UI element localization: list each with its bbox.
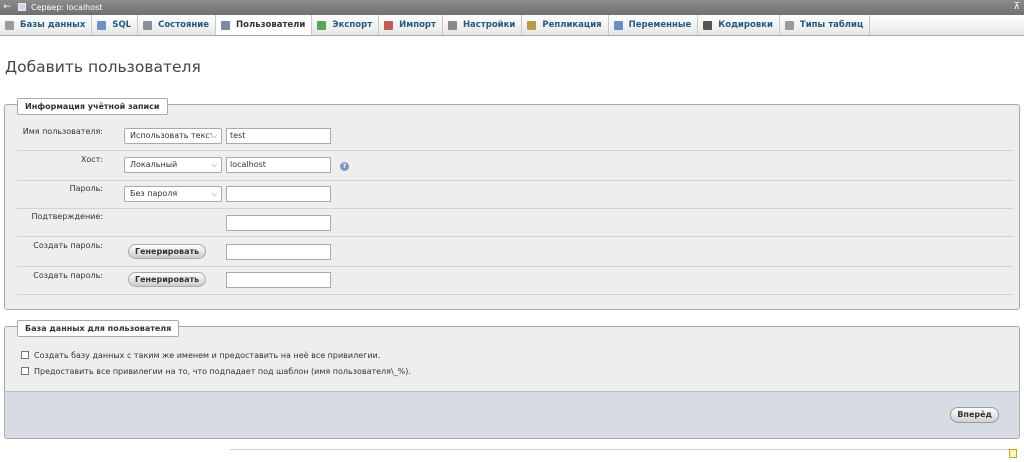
server-icon — [18, 3, 26, 11]
tab-label: Состояние — [158, 20, 210, 30]
replication-icon — [527, 20, 537, 30]
tab-users[interactable]: Пользователи — [216, 15, 313, 35]
tab-settings[interactable]: Настройки — [443, 15, 523, 35]
collapse-icon[interactable]: ⊼ — [1013, 1, 1020, 13]
server-breadcrumb[interactable]: Сервер: localhost — [31, 2, 102, 13]
back-arrow-icon[interactable]: ← — [2, 1, 12, 13]
database-icon — [5, 20, 14, 30]
users-icon — [221, 20, 231, 30]
tab-label: Импорт — [399, 20, 436, 30]
import-icon — [384, 20, 394, 30]
tab-export[interactable]: Экспорт — [312, 15, 380, 35]
grant-wildcard-option[interactable]: Предоставить все привилегии на то, что п… — [21, 367, 411, 376]
password-input[interactable] — [226, 186, 331, 202]
database-legend: База данных для пользователя — [17, 320, 180, 337]
host-input[interactable]: localhost — [226, 157, 331, 173]
tab-database[interactable]: Базы данных — [0, 15, 93, 35]
host-mode-value: Локальный — [130, 160, 178, 169]
tab-label: Базы данных — [20, 20, 86, 30]
tab-label: Переменные — [628, 20, 692, 30]
server-bar: ← Сервер: localhost ⊼ — [0, 0, 1024, 15]
tab-variables[interactable]: Переменные — [609, 15, 699, 35]
engines-icon — [784, 20, 794, 30]
go-button[interactable]: Вперёд — [950, 407, 999, 423]
settings-icon — [447, 20, 457, 30]
tab-label: Кодировки — [718, 20, 773, 30]
password-mode-value: Без пароля — [130, 189, 178, 198]
tab-label: SQL — [112, 20, 132, 30]
grant-wildcard-checkbox[interactable] — [21, 367, 29, 375]
account-info-legend: Информация учётной записи — [17, 98, 168, 115]
chevron-down-icon: ⌵ — [211, 161, 217, 169]
confirm-input[interactable] — [226, 215, 331, 231]
chevron-down-icon: ⌵ — [211, 132, 217, 140]
database-fieldset: База данных для пользователя Создать баз… — [4, 320, 1020, 392]
host-row: Хост: Локальный ⌵ localhost ? — [17, 151, 1013, 181]
export-icon — [317, 20, 327, 30]
tab-label: Репликация — [542, 20, 602, 30]
help-icon[interactable]: ? — [340, 162, 349, 171]
generate-password-label: Создать пароль: — [33, 241, 103, 250]
host-label: Хост: — [80, 155, 103, 164]
host-mode-select[interactable]: Локальный ⌵ — [124, 157, 222, 173]
password-label: Пароль: — [69, 184, 103, 193]
create-db-label: Создать базу данных с таким же именем и … — [34, 351, 381, 360]
tab-replication[interactable]: Репликация — [522, 15, 609, 35]
tab-label: Пользователи — [236, 20, 306, 30]
sql-icon — [97, 20, 107, 30]
tab-label: Типы таблиц — [799, 20, 864, 30]
tab-sql[interactable]: SQL — [92, 15, 139, 35]
generate-password-label-2: Создать пароль: — [33, 271, 103, 280]
page-title: Добавить пользователя — [5, 58, 201, 76]
generated-password-input[interactable] — [226, 244, 331, 260]
form-footer: Вперёд — [4, 391, 1020, 439]
tab-label: Экспорт — [332, 20, 373, 30]
password-mode-select[interactable]: Без пароля ⌵ — [124, 186, 222, 202]
username-label: Имя пользователя: — [22, 127, 103, 136]
console-icon[interactable] — [1009, 449, 1017, 458]
generated-password-input-2[interactable] — [226, 272, 331, 288]
charsets-icon — [703, 20, 713, 30]
username-mode-value: Использовать текстовое поле — [130, 131, 212, 140]
tab-label: Настройки — [462, 20, 516, 30]
tab-charsets[interactable]: Кодировки — [698, 15, 780, 35]
username-mode-select[interactable]: Использовать текстовое поле ⌵ — [124, 128, 222, 144]
variables-icon — [613, 20, 623, 30]
divider — [230, 449, 1016, 450]
generate-password-row: Создать пароль: Генерировать — [17, 237, 1013, 267]
username-row: Имя пользователя: Использовать текстовое… — [17, 121, 1013, 151]
create-db-option[interactable]: Создать базу данных с таким же именем и … — [21, 351, 380, 360]
account-info-fieldset: Информация учётной записи Имя пользовате… — [4, 98, 1020, 310]
tab-status[interactable]: Состояние — [138, 15, 217, 35]
status-icon — [143, 20, 153, 30]
username-input[interactable]: test — [226, 128, 331, 144]
password-row: Пароль: Без пароля ⌵ — [17, 181, 1013, 209]
confirm-row: Подтверждение: — [17, 209, 1013, 237]
tab-import[interactable]: Импорт — [379, 15, 443, 35]
chevron-down-icon: ⌵ — [211, 190, 217, 198]
confirm-label: Подтверждение: — [31, 212, 103, 221]
main-tabs: Базы данных SQL Состояние Пользователи Экспо… — [0, 15, 1024, 36]
create-db-checkbox[interactable] — [21, 351, 29, 359]
generate-password-button-2[interactable]: Генерировать — [128, 272, 207, 287]
tab-engines[interactable]: Типы таблиц — [780, 15, 871, 35]
grant-wildcard-label: Предоставить все привилегии на то, что п… — [34, 367, 411, 376]
generate-password-button[interactable]: Генерировать — [128, 244, 207, 259]
generate-password-row-2: Создать пароль: Генерировать — [17, 267, 1013, 295]
